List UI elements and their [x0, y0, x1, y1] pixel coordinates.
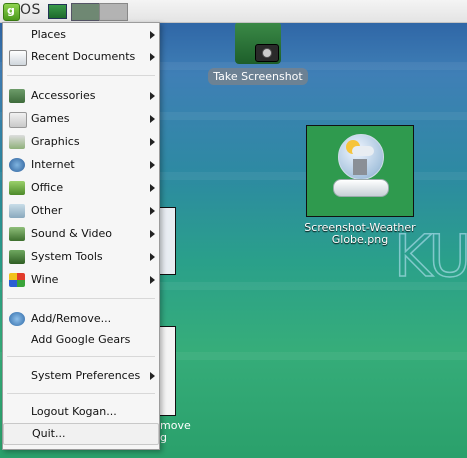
submenu-arrow-icon — [150, 230, 155, 238]
menu-item-recent-documents[interactable]: Recent Documents — [3, 46, 159, 68]
gos-logo-icon[interactable]: g — [3, 3, 20, 21]
office-icon — [9, 181, 25, 195]
graphics-icon — [9, 135, 25, 149]
menu-separator — [7, 298, 155, 299]
camera-icon — [235, 22, 281, 64]
partial-icon-label: move g — [160, 419, 191, 444]
submenu-arrow-icon — [150, 184, 155, 192]
menu-item-logout[interactable]: Logout Kogan... — [3, 401, 159, 423]
internet-icon — [9, 158, 25, 172]
submenu-arrow-icon — [150, 92, 155, 100]
take-screenshot-label: Take Screenshot — [208, 68, 308, 85]
submenu-arrow-icon — [150, 372, 155, 380]
system-tools-icon — [9, 250, 25, 264]
workspace-2[interactable] — [99, 3, 128, 21]
menu-separator — [7, 356, 155, 357]
take-screenshot-launcher[interactable]: Take Screenshot — [196, 22, 320, 85]
submenu-arrow-icon — [150, 138, 155, 146]
top-panel: g OS — [0, 0, 467, 23]
submenu-arrow-icon — [150, 31, 155, 39]
menu-item-quit[interactable]: Quit... — [3, 423, 159, 445]
submenu-arrow-icon — [150, 207, 155, 215]
menu-item-accessories[interactable]: Accessories — [3, 85, 159, 107]
menu-separator — [7, 75, 155, 76]
games-icon — [9, 112, 27, 128]
menu-item-graphics[interactable]: Graphics — [3, 131, 159, 153]
application-menu: Places Recent Documents Accessories Game… — [2, 22, 160, 450]
menu-item-sound-video[interactable]: Sound & Video — [3, 223, 159, 245]
screenshot-file-icon[interactable]: Screenshot-Weather Globe.png — [300, 125, 420, 246]
workspace-1[interactable] — [71, 3, 100, 21]
submenu-arrow-icon — [150, 53, 155, 61]
submenu-arrow-icon — [150, 253, 155, 261]
menu-item-system-preferences[interactable]: System Preferences — [3, 365, 159, 387]
file-label: Screenshot-Weather Globe.png — [304, 221, 416, 246]
menu-item-games[interactable]: Games — [3, 108, 159, 130]
accessories-icon — [9, 89, 25, 103]
menu-separator — [7, 393, 155, 394]
wine-icon — [9, 273, 25, 287]
show-desktop-icon[interactable] — [48, 4, 67, 19]
sound-video-icon — [9, 227, 25, 241]
menu-item-internet[interactable]: Internet — [3, 154, 159, 176]
add-remove-icon — [9, 312, 25, 326]
other-icon — [9, 204, 25, 218]
menu-item-system-tools[interactable]: System Tools — [3, 246, 159, 268]
menu-item-places[interactable]: Places — [3, 24, 159, 46]
menu-item-wine[interactable]: Wine — [3, 269, 159, 291]
menu-item-add-google-gears[interactable]: Add Google Gears — [3, 329, 159, 351]
document-icon — [9, 50, 27, 66]
menu-item-add-remove[interactable]: Add/Remove... — [3, 308, 159, 330]
submenu-arrow-icon — [150, 161, 155, 169]
menu-item-office[interactable]: Office — [3, 177, 159, 199]
weather-globe-thumbnail — [306, 125, 414, 217]
submenu-arrow-icon — [150, 276, 155, 284]
os-menu-button[interactable]: OS — [20, 2, 41, 18]
submenu-arrow-icon — [150, 115, 155, 123]
menu-item-other[interactable]: Other — [3, 200, 159, 222]
